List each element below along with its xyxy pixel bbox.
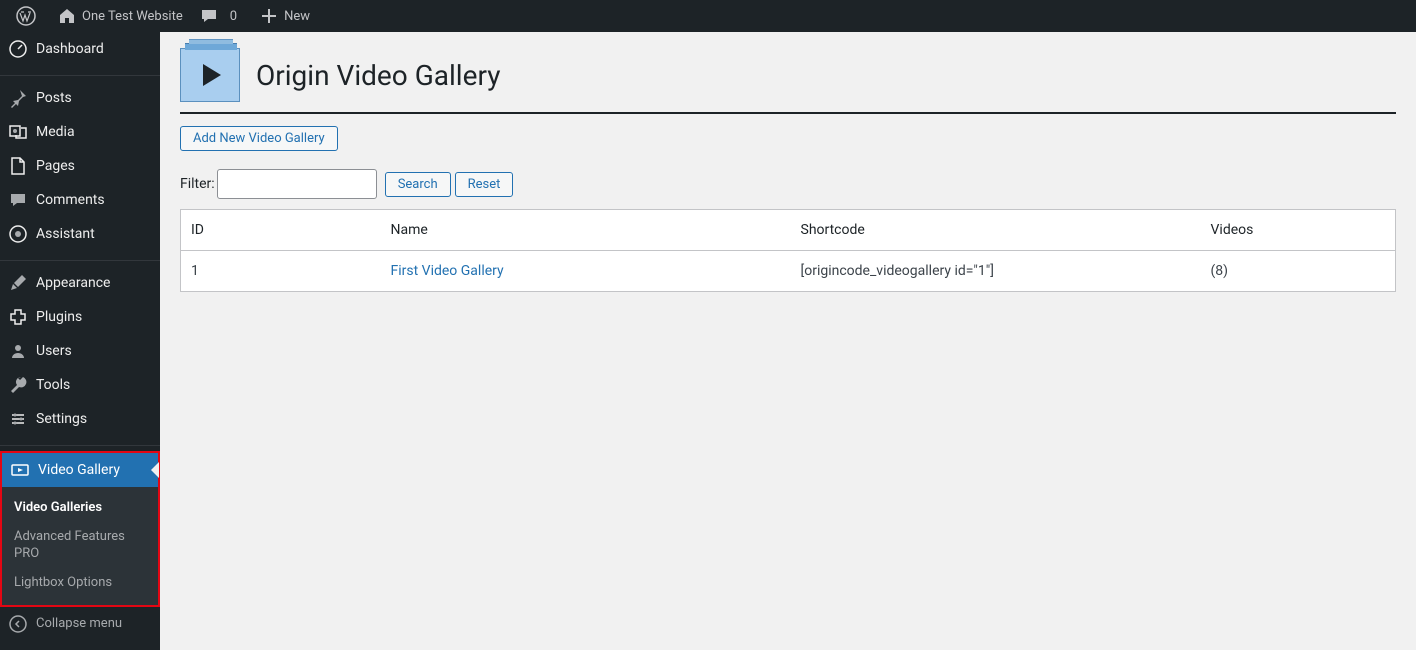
home-icon (57, 6, 77, 26)
admin-bar: One Test Website 0 New (0, 0, 1416, 32)
cell-name: First Video Gallery (381, 251, 791, 292)
submenu-label: Advanced Features PRO (14, 529, 125, 561)
sidebar-item-assistant[interactable]: Assistant (0, 217, 160, 251)
col-name[interactable]: Name (381, 210, 791, 251)
sidebar-item-label: Tools (36, 377, 70, 393)
cell-shortcode: [origincode_videogallery id="1"] (791, 251, 1201, 292)
site-name-link[interactable]: One Test Website (49, 0, 191, 32)
filter-input[interactable] (217, 169, 377, 199)
sidebar-item-settings[interactable]: Settings (0, 402, 160, 436)
media-icon (8, 122, 28, 142)
col-id[interactable]: ID (181, 210, 381, 251)
sidebar-item-label: Users (36, 343, 72, 359)
submenu-item-video-galleries[interactable]: Video Galleries (2, 494, 158, 523)
add-new-gallery-button[interactable]: Add New Video Gallery (180, 126, 338, 151)
comment-icon (8, 190, 28, 210)
filter-row: Filter: Search Reset (180, 169, 1396, 199)
site-name: One Test Website (82, 9, 183, 24)
sidebar-item-label: Dashboard (36, 41, 104, 57)
menu-separator (0, 71, 160, 76)
dashboard-icon (8, 39, 28, 59)
submenu-label: Video Galleries (14, 500, 102, 515)
collapse-menu-button[interactable]: Collapse menu (0, 607, 160, 641)
menu-separator (0, 441, 160, 446)
cell-id: 1 (181, 251, 381, 292)
sidebar-item-media[interactable]: Media (0, 115, 160, 149)
comments-link[interactable]: 0 (191, 0, 251, 32)
settings-icon (8, 409, 28, 429)
plugin-logo (180, 48, 240, 102)
wordpress-icon (16, 6, 36, 26)
galleries-table: ID Name Shortcode Videos 1 First Video G… (180, 209, 1396, 292)
sidebar-item-label: Settings (36, 411, 87, 427)
sidebar-item-video-gallery[interactable]: Video Gallery (2, 453, 158, 487)
submenu: Video Galleries Advanced Features PRO Li… (2, 487, 158, 605)
sidebar-item-label: Assistant (36, 226, 95, 242)
users-icon (8, 341, 28, 361)
reset-button[interactable]: Reset (455, 172, 514, 197)
sidebar-item-posts[interactable]: Posts (0, 81, 160, 115)
assistant-icon (8, 224, 28, 244)
submenu-item-advanced-features[interactable]: Advanced Features PRO (2, 523, 158, 569)
col-videos[interactable]: Videos (1201, 210, 1396, 251)
brush-icon (8, 273, 28, 293)
sidebar-item-tools[interactable]: Tools (0, 368, 160, 402)
wp-logo[interactable] (8, 0, 49, 32)
highlighted-menu-section: Video Gallery Video Galleries Advanced F… (0, 451, 160, 607)
add-button-row: Add New Video Gallery (180, 126, 1396, 151)
sidebar-item-label: Pages (36, 158, 75, 174)
sidebar-item-label: Media (36, 124, 75, 140)
page-icon (8, 156, 28, 176)
collapse-label: Collapse menu (36, 616, 122, 631)
comments-count: 0 (224, 9, 243, 24)
sidebar-item-appearance[interactable]: Appearance (0, 266, 160, 300)
plugin-icon (8, 307, 28, 327)
col-shortcode[interactable]: Shortcode (791, 210, 1201, 251)
comment-icon (199, 6, 219, 26)
sidebar-item-label: Appearance (36, 275, 110, 291)
page-title: Origin Video Gallery (256, 59, 500, 92)
search-button[interactable]: Search (385, 172, 451, 197)
submenu-item-lightbox-options[interactable]: Lightbox Options (2, 569, 158, 598)
sidebar-item-label: Posts (36, 90, 72, 106)
admin-sidebar: Dashboard Posts Media Pages Comments Ass… (0, 32, 160, 650)
menu-separator (0, 256, 160, 261)
table-header-row: ID Name Shortcode Videos (181, 210, 1396, 251)
play-icon (203, 64, 221, 86)
new-label: New (284, 9, 310, 24)
video-icon (10, 460, 30, 480)
sidebar-item-plugins[interactable]: Plugins (0, 300, 160, 334)
collapse-icon (8, 614, 28, 634)
plus-icon (259, 6, 279, 26)
gallery-name-link[interactable]: First Video Gallery (391, 263, 504, 279)
cell-videos: (8) (1201, 251, 1396, 292)
sidebar-item-label: Comments (36, 192, 105, 208)
sidebar-item-users[interactable]: Users (0, 334, 160, 368)
tools-icon (8, 375, 28, 395)
sidebar-item-dashboard[interactable]: Dashboard (0, 32, 160, 66)
page-header: Origin Video Gallery (180, 42, 1396, 114)
sidebar-item-comments[interactable]: Comments (0, 183, 160, 217)
submenu-label: Lightbox Options (14, 575, 112, 590)
main-content: Origin Video Gallery Add New Video Galle… (160, 32, 1416, 312)
sidebar-item-label: Plugins (36, 309, 82, 325)
table-row: 1 First Video Gallery [origincode_videog… (181, 251, 1396, 292)
new-content-link[interactable]: New (251, 0, 318, 32)
sidebar-item-label: Video Gallery (38, 462, 120, 478)
pin-icon (8, 88, 28, 108)
filter-label: Filter: (180, 176, 215, 192)
sidebar-item-pages[interactable]: Pages (0, 149, 160, 183)
